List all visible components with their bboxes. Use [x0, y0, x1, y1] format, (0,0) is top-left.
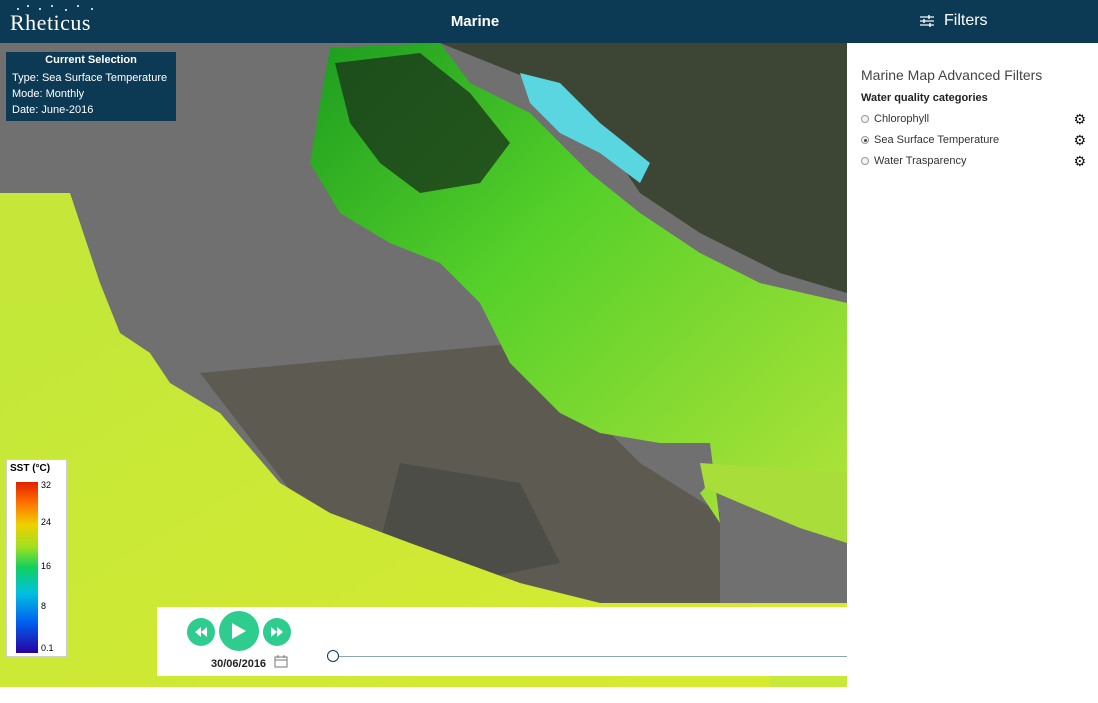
current-date: 30/06/2016: [211, 658, 267, 670]
gear-icon[interactable]: ⚙: [1073, 132, 1086, 149]
option-label: Sea Surface Temperature: [874, 134, 1000, 146]
option-label: Water Trasparency: [874, 155, 967, 167]
sst-legend: SST (°C) 32 24 16 8 0.1: [6, 459, 67, 657]
filters-panel: Marine Map Advanced Filters Water qualit…: [847, 43, 1098, 703]
time-player: 30/06/2016: [157, 607, 847, 676]
legend-tick: 0.1: [41, 643, 54, 653]
legend-tick: 8: [41, 601, 47, 611]
play-icon: [232, 623, 246, 639]
current-selection-title: Current Selection: [45, 54, 137, 66]
rheticus-logo[interactable]: Rheticus: [10, 10, 91, 36]
satellite-map-layer: [0, 43, 847, 687]
rewind-icon: [195, 627, 207, 637]
legend-tick: 24: [41, 517, 52, 527]
map-view[interactable]: [0, 43, 847, 687]
option-chlorophyll[interactable]: Chlorophyll ⚙: [861, 111, 1086, 128]
fast-forward-icon: [271, 627, 283, 637]
calendar-icon[interactable]: [274, 655, 288, 671]
gear-icon[interactable]: ⚙: [1073, 111, 1086, 128]
radio-water-trasparency[interactable]: [861, 157, 869, 165]
water-quality-heading: Water quality categories: [861, 92, 988, 104]
filters-panel-title: Marine Map Advanced Filters: [861, 67, 1043, 83]
legend-tick: 32: [41, 480, 52, 490]
radio-chlorophyll[interactable]: [861, 115, 869, 123]
selection-type: Type: Sea Surface Temperature: [12, 72, 168, 84]
sliders-icon: [920, 15, 934, 27]
filters-label: Filters: [944, 12, 988, 29]
timeline-slider-handle[interactable]: [327, 650, 339, 662]
radio-sea-surface-temperature[interactable]: [861, 136, 869, 144]
play-button[interactable]: [219, 611, 259, 651]
rewind-button[interactable]: [187, 618, 215, 646]
legend-title: SST (°C): [10, 463, 51, 474]
gear-icon[interactable]: ⚙: [1073, 153, 1086, 170]
filters-button[interactable]: Filters: [920, 12, 988, 30]
option-label: Chlorophyll: [874, 113, 930, 125]
selection-date: Date: June-2016: [12, 104, 94, 116]
option-water-trasparency[interactable]: Water Trasparency ⚙: [861, 153, 1086, 170]
current-selection-box: Current Selection Type: Sea Surface Temp…: [6, 52, 176, 121]
top-header: Rheticus Marine Filters: [0, 0, 1098, 43]
legend-color-bar: [16, 482, 38, 653]
page-title: Marine: [450, 13, 500, 30]
option-sea-surface-temperature[interactable]: Sea Surface Temperature ⚙: [861, 132, 1086, 149]
timeline-track[interactable]: [333, 656, 847, 657]
fast-forward-button[interactable]: [263, 618, 291, 646]
legend-tick: 16: [41, 561, 52, 571]
selection-mode: Mode: Monthly: [12, 88, 85, 100]
